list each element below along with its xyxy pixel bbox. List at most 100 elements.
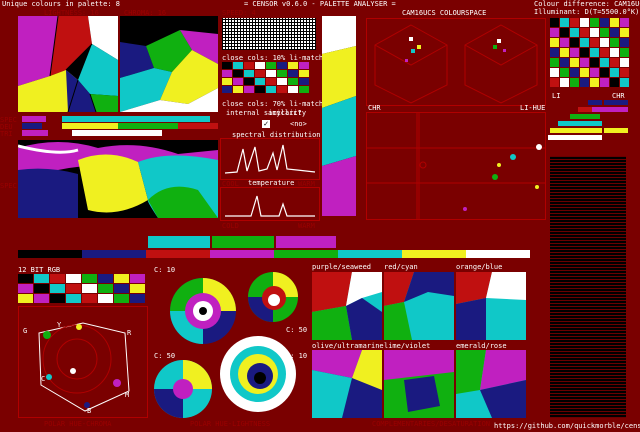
swatch-cell <box>66 274 81 283</box>
pair-purple-seaweed <box>312 272 382 340</box>
voronoi-chroma-panel <box>120 16 218 112</box>
colour-difference-label: Colour difference: CAM16UCS <box>534 0 640 8</box>
pair-label-1: purple/seaweed <box>312 263 372 271</box>
cycle-label: acyclic? <box>268 109 302 117</box>
illuminant-label: Illuminant: D(T=5500.0°K) <box>534 8 640 16</box>
swatch-cell <box>560 78 569 87</box>
swatch-cell <box>570 28 579 37</box>
c10-bottom-label: C: 10 <box>286 352 308 360</box>
rgb12-label: 12 BIT RGB <box>18 266 61 274</box>
swatch-cell <box>50 294 65 303</box>
swatch-cell <box>580 48 589 57</box>
swatch-cell <box>600 78 609 87</box>
swatch-cell <box>82 274 97 283</box>
swatch-cell <box>550 78 559 87</box>
spec-bars <box>22 116 218 137</box>
swatch-cell <box>620 78 629 87</box>
polar-chroma-label: POLAR HUE-CHROMA <box>44 420 112 428</box>
swatch-cell <box>620 68 629 77</box>
swatch-cell <box>550 58 559 67</box>
swatch-cell <box>130 284 145 293</box>
lightness-wave-panel <box>18 140 218 218</box>
pair-orange-blue <box>456 272 526 340</box>
li-label: LI <box>552 92 561 100</box>
swatch-cell <box>222 78 232 85</box>
lihue-chart <box>366 112 546 220</box>
swatch-cell <box>114 284 129 293</box>
spec-label-2: SPEC <box>0 182 17 190</box>
swatch-cell <box>98 274 113 283</box>
circle-c50-bottom <box>154 360 212 418</box>
swatch-cell <box>570 48 579 57</box>
unique-colours-label: Unique colours in palette: 8 <box>2 0 121 8</box>
close-cols-bottom-label: close cols: 70% li-match <box>222 100 324 108</box>
swatch-cell <box>288 86 298 93</box>
swatch-cell <box>580 78 589 87</box>
c10-top-label: C: 10 <box>154 266 176 274</box>
pair-emerald-rose <box>456 350 526 418</box>
vertex-r: R <box>127 329 132 337</box>
swatch-cell <box>266 70 276 77</box>
swatch-cell <box>299 86 309 93</box>
swatch-cell <box>288 70 298 77</box>
swatch-cell <box>560 68 569 77</box>
swatch-cell <box>34 284 49 293</box>
swatch-cell <box>222 86 232 93</box>
swatch-cell <box>299 62 309 69</box>
swatch-cell <box>550 38 559 47</box>
swatch-cell <box>130 294 145 303</box>
temperature-chart <box>220 187 320 221</box>
swatch-cell <box>277 70 287 77</box>
swatch-cell <box>560 58 569 67</box>
swatch-cell <box>580 68 589 77</box>
swatch-cell <box>620 38 629 47</box>
voronoi-lightness-panel <box>18 16 118 112</box>
swatch-cell <box>600 58 609 67</box>
swatch-cell <box>560 38 569 47</box>
swatch-cell <box>255 86 265 93</box>
vertical-voronoi-strip <box>322 16 356 216</box>
swatch-cell <box>244 62 254 69</box>
swatch-cell <box>18 284 33 293</box>
swatch-cell <box>114 294 129 303</box>
polar-hue-chroma: G Y R M B C <box>18 306 148 418</box>
swatch-cell <box>244 78 254 85</box>
swatch-cell <box>34 294 49 303</box>
swatch-cell <box>114 274 129 283</box>
app-title: = CENSOR v0.6.0 - PALETTE ANALYSER = <box>244 0 396 8</box>
swatch-cell <box>233 86 243 93</box>
swatch-cell <box>299 70 309 77</box>
pair-label-4: olive/ultramarine <box>312 342 384 350</box>
swatch-cell <box>255 62 265 69</box>
github-link[interactable]: https://github.com/quickmorble/censor <box>494 422 640 430</box>
swatch-cell <box>50 284 65 293</box>
swatch-cell <box>550 68 559 77</box>
polar-lightness-label: POLAR HUE-LIGHTNESS <box>190 420 271 428</box>
colour-swatch-grid <box>550 18 630 88</box>
swatch-cell <box>570 18 579 27</box>
circle-c10-bottom <box>220 336 296 412</box>
swatch-cell <box>590 78 599 87</box>
swatch-cell <box>600 28 609 37</box>
pair-label-5: lime/violet <box>384 342 431 350</box>
li-bars <box>548 100 632 156</box>
swatch-cell <box>222 70 232 77</box>
swatch-cell <box>34 274 49 283</box>
pair-label-6: emerald/rose <box>456 342 507 350</box>
spectral-title: spectral distribution <box>232 131 321 139</box>
swatch-cell <box>18 274 33 283</box>
swatch-cell <box>255 70 265 77</box>
swatch-cell <box>560 48 569 57</box>
palette-strip <box>18 250 530 258</box>
swatch-cell <box>560 18 569 27</box>
swatch-cell <box>610 78 619 87</box>
spectral-chart <box>220 138 320 180</box>
colourspace-title: CAM16UCS COLOURSPACE <box>402 9 487 17</box>
swatch-cell <box>550 18 559 27</box>
swatch-cell <box>550 28 559 37</box>
swatch-cell <box>590 68 599 77</box>
check-icon[interactable]: ✓ <box>262 120 270 128</box>
swatch-cell <box>590 48 599 57</box>
c50-top-label: C: 50 <box>286 326 308 334</box>
swatch-cell <box>66 294 81 303</box>
